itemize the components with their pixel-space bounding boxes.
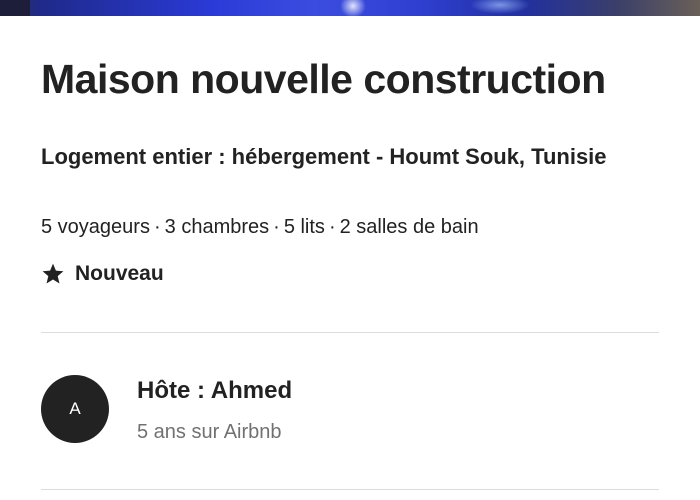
separator-dot: ·	[153, 216, 161, 238]
host-name: Hôte : Ahmed	[137, 377, 293, 404]
star-icon	[41, 262, 65, 286]
beds-count: 5 lits	[283, 216, 325, 238]
listing-details: 5 voyageurs · 3 chambres · 5 lits · 2 salles d…	[41, 216, 479, 239]
listing-title: Maison nouvelle construction	[41, 56, 606, 102]
section-divider	[41, 489, 659, 490]
separator-dot: ·	[273, 216, 280, 238]
section-divider	[41, 332, 659, 333]
bedrooms-count: 3 chambres	[164, 216, 270, 238]
photo-glare	[340, 0, 366, 16]
guests-count: 5 voyageurs	[41, 216, 150, 238]
separator-dot: ·	[328, 216, 336, 238]
bathrooms-count: 2 salles de bain	[339, 216, 479, 238]
host-since: 5 ans sur Airbnb	[137, 421, 282, 443]
host-avatar[interactable]: A	[41, 375, 109, 443]
new-listing-badge: Nouveau	[41, 260, 164, 288]
badge-label: Nouveau	[75, 262, 164, 285]
avatar-initial: A	[69, 399, 81, 418]
photo-glare	[470, 0, 530, 14]
listing-subtitle: Logement entier : hébergement - Houmt So…	[41, 144, 607, 169]
photo-shadow	[0, 0, 30, 16]
listing-photo[interactable]	[0, 0, 700, 16]
